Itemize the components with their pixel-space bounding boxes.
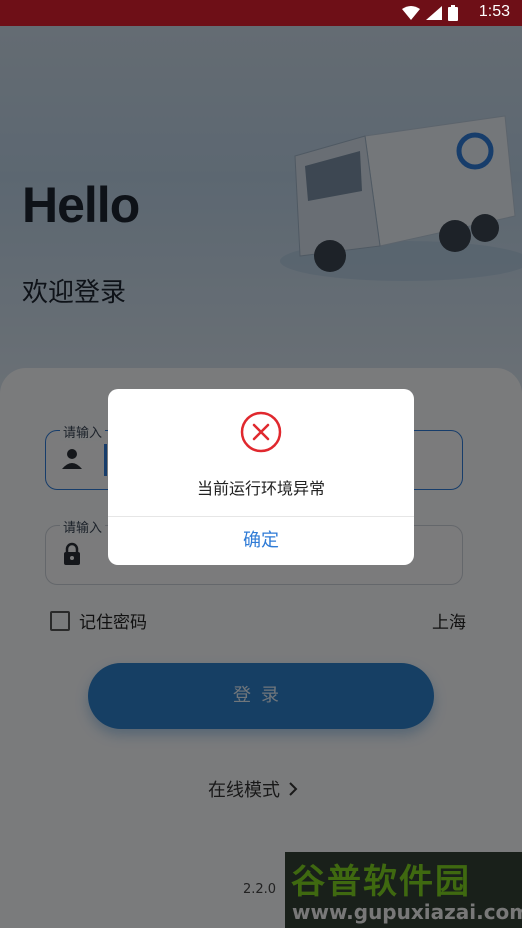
signal-icon: [426, 6, 442, 20]
dialog-message: 当前运行环境异常: [196, 479, 325, 498]
battery-icon: [448, 5, 458, 21]
error-x-icon: [240, 411, 282, 453]
wifi-icon: [402, 6, 420, 20]
status-bar: 1:53: [0, 0, 522, 26]
status-icons: [402, 5, 458, 21]
confirm-button[interactable]: 确定: [108, 517, 414, 565]
status-time: 1:53: [478, 3, 510, 20]
error-dialog: 当前运行环境异常 确定: [108, 389, 414, 565]
